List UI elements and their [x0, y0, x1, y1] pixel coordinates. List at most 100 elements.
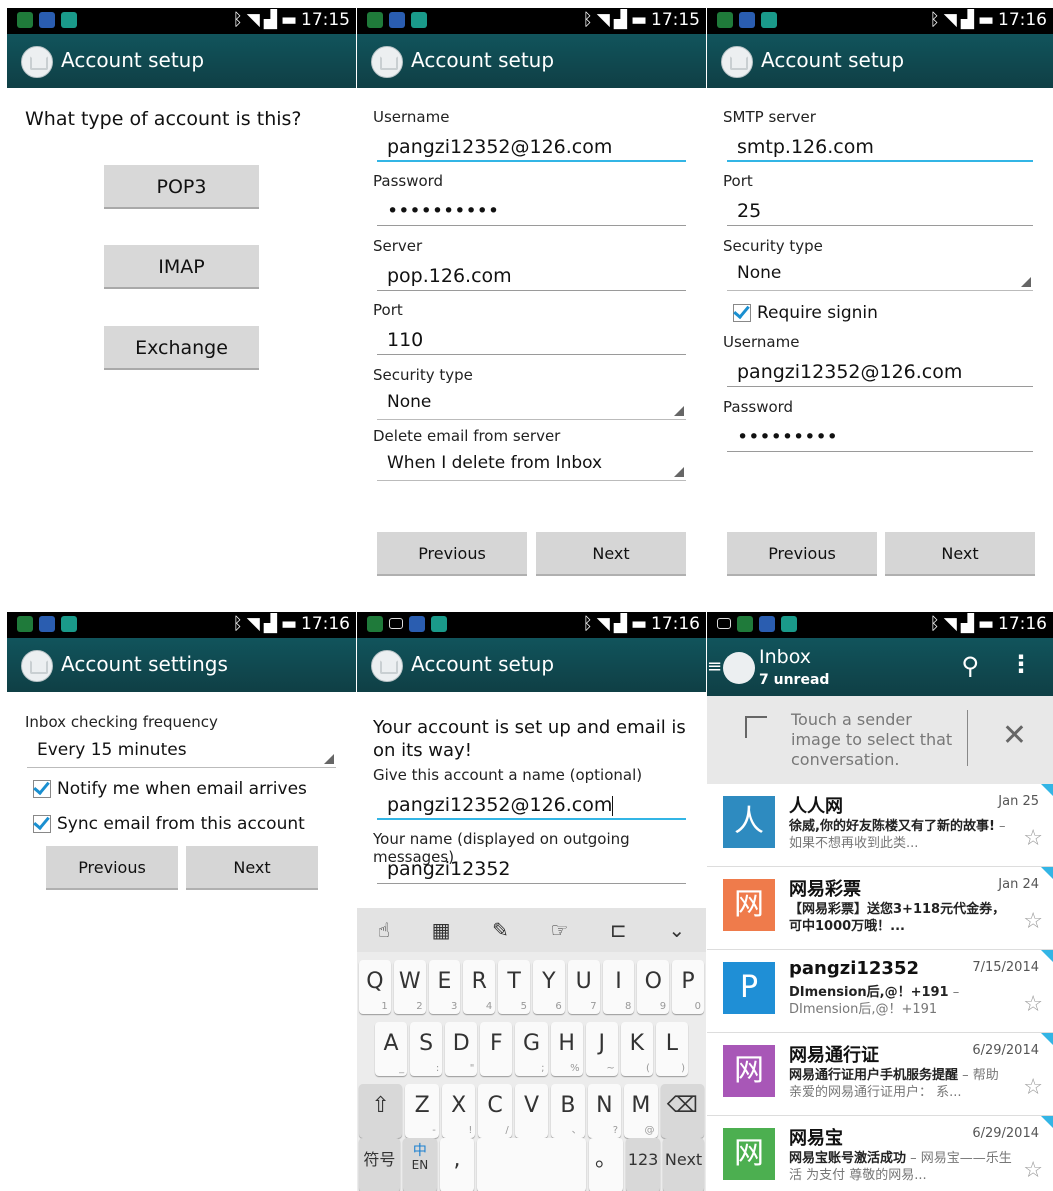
sender-avatar[interactable]: 人: [723, 796, 775, 848]
symbols-key[interactable]: 符号: [359, 1138, 400, 1191]
key-k[interactable]: K(: [620, 1022, 653, 1076]
mail-list-item[interactable]: 网网易宝 6/29/2014 网易宝账号激活成功 – 网易宝——乐生活 为支付 尊敬…: [707, 1116, 1053, 1191]
key-d[interactable]: D ": [445, 1022, 478, 1076]
key-q[interactable]: Q1: [359, 960, 391, 1014]
next-button[interactable]: Next: [536, 532, 686, 576]
sender-avatar[interactable]: 网: [723, 1128, 775, 1180]
handwriting-icon[interactable]: ✎: [492, 918, 509, 942]
key-e[interactable]: E3: [428, 960, 461, 1014]
sender-avatar[interactable]: 网: [723, 1045, 775, 1097]
gesture-icon[interactable]: ☞: [550, 918, 568, 942]
key-u[interactable]: U7: [567, 960, 600, 1014]
star-icon[interactable]: ☆: [1023, 1158, 1043, 1183]
action-bar: Account setup: [707, 34, 1053, 88]
mail-list-item[interactable]: 人人人网 Jan 25 徐威,你的好友陈楼又有了新的故事! – 如果不想再收到此类.…: [707, 784, 1053, 867]
language-key[interactable]: 中 EN: [402, 1138, 437, 1191]
exchange-button[interactable]: Exchange: [104, 326, 259, 370]
port-field[interactable]: 110: [377, 325, 686, 355]
key-r[interactable]: R4: [463, 960, 496, 1014]
key-v[interactable]: V: [514, 1084, 549, 1138]
android-icon: [431, 616, 447, 632]
username-field[interactable]: pangzi12352@126.com: [727, 357, 1033, 387]
email-app-icon[interactable]: [723, 652, 755, 684]
key-c[interactable]: C /: [478, 1084, 512, 1138]
delete-email-dropdown[interactable]: When I delete from Inbox: [377, 449, 686, 481]
sync-checkbox[interactable]: Sync email from this account: [33, 814, 305, 834]
numbers-key[interactable]: 123: [626, 1138, 661, 1191]
key-t[interactable]: T5: [498, 960, 530, 1014]
key-a[interactable]: A _: [375, 1022, 408, 1076]
username-field[interactable]: pangzi12352@126.com: [377, 132, 686, 162]
smtp-server-field[interactable]: smtp.126.com: [727, 132, 1033, 162]
your-name-field[interactable]: pangzi12352: [377, 854, 686, 884]
mail-list-item[interactable]: 网网易通行证 6/29/2014 网易通行证用户手机服务提醒 – 帮助 亲爱的网易通…: [707, 1033, 1053, 1116]
mail-list-item[interactable]: 网网易彩票 Jan 24 【网易彩票】送您3+118元代金券，可中1000万哦！..…: [707, 867, 1053, 950]
key-f[interactable]: F: [480, 1022, 513, 1076]
key-x[interactable]: X!: [441, 1084, 476, 1138]
keyboard-layout-icon[interactable]: ▦: [432, 918, 451, 942]
key-l[interactable]: L): [655, 1022, 688, 1076]
key-w[interactable]: W2: [393, 960, 426, 1014]
key-p[interactable]: P0: [672, 960, 704, 1014]
star-icon[interactable]: ☆: [1023, 826, 1043, 851]
key-o[interactable]: O9: [637, 960, 670, 1014]
key-n[interactable]: N?: [587, 1084, 622, 1138]
mail-snippet: 网易宝账号激活成功 – 网易宝——乐生活 为支付 尊敬的网易...: [789, 1150, 1013, 1184]
account-name-field[interactable]: pangzi12352@126.com: [377, 790, 686, 820]
android-icon: [61, 12, 77, 28]
overflow-menu-icon[interactable]: ⋮: [1009, 650, 1033, 678]
sender-avatar[interactable]: P: [723, 962, 775, 1014]
search-icon[interactable]: ⚲: [961, 652, 979, 680]
mail-list-item[interactable]: Ppangzi12352 7/15/2014 DImension后,@！+191 –…: [707, 950, 1053, 1033]
next-key[interactable]: Next: [663, 1138, 704, 1191]
require-signin-checkbox[interactable]: Require signin: [733, 303, 878, 323]
next-button[interactable]: Next: [885, 532, 1035, 576]
previous-button[interactable]: Previous: [727, 532, 877, 576]
space-key[interactable]: [477, 1138, 586, 1191]
imap-button[interactable]: IMAP: [104, 245, 259, 289]
next-button[interactable]: Next: [186, 846, 318, 890]
signal-icon: ▟: [263, 10, 277, 30]
mail-date: Jan 24: [998, 877, 1039, 892]
smtp-server-label: SMTP server: [723, 108, 816, 126]
chevron-down-icon[interactable]: ⌄: [668, 918, 685, 942]
key-b[interactable]: B、: [551, 1084, 585, 1138]
comma-key[interactable]: ,: [439, 1138, 474, 1191]
key-y[interactable]: Y6: [532, 960, 565, 1014]
previous-button[interactable]: Previous: [46, 846, 178, 890]
bluetooth-icon: ᛒ: [582, 10, 593, 30]
key-j[interactable]: J ~: [585, 1022, 618, 1076]
previous-button[interactable]: Previous: [377, 532, 527, 576]
star-icon[interactable]: ☆: [1023, 1075, 1043, 1100]
close-icon[interactable]: ✕: [1002, 718, 1027, 753]
server-field[interactable]: pop.126.com: [377, 261, 686, 291]
star-icon[interactable]: ☆: [1023, 992, 1043, 1017]
key-z[interactable]: Z-: [405, 1084, 439, 1138]
security-type-dropdown[interactable]: None: [377, 388, 686, 420]
usb-icon: [759, 616, 775, 632]
sender-avatar[interactable]: 网: [723, 879, 775, 931]
shift-key[interactable]: ⇧: [359, 1084, 403, 1138]
notify-checkbox[interactable]: Notify me when email arrives: [33, 779, 307, 799]
key-h[interactable]: H%: [550, 1022, 583, 1076]
battery-icon: ▬: [630, 614, 647, 634]
key-i[interactable]: I8: [602, 960, 635, 1014]
period-key[interactable]: 。: [589, 1138, 624, 1191]
status-bar: ᛒ ◥ ▟ ▬ 17:16: [357, 612, 706, 638]
clipboard-icon[interactable]: ⊏: [610, 918, 627, 942]
backspace-key[interactable]: ⌫: [660, 1084, 704, 1138]
key-m[interactable]: M @: [624, 1084, 658, 1138]
key-s[interactable]: S:: [410, 1022, 443, 1076]
password-field[interactable]: ••••••••••: [377, 196, 686, 226]
key-label: P: [681, 969, 695, 994]
password-field[interactable]: •••••••••: [727, 422, 1033, 452]
frequency-dropdown[interactable]: Every 15 minutes: [27, 736, 336, 768]
language-bottom: EN: [411, 1158, 429, 1172]
star-icon[interactable]: ☆: [1023, 909, 1043, 934]
drawer-icon[interactable]: ≡: [707, 656, 722, 677]
port-field[interactable]: 25: [727, 196, 1033, 226]
pop3-button[interactable]: POP3: [104, 165, 259, 209]
voice-input-icon[interactable]: ☝: [378, 918, 390, 942]
key-g[interactable]: G;: [515, 1022, 548, 1076]
security-type-dropdown[interactable]: None: [727, 259, 1033, 291]
